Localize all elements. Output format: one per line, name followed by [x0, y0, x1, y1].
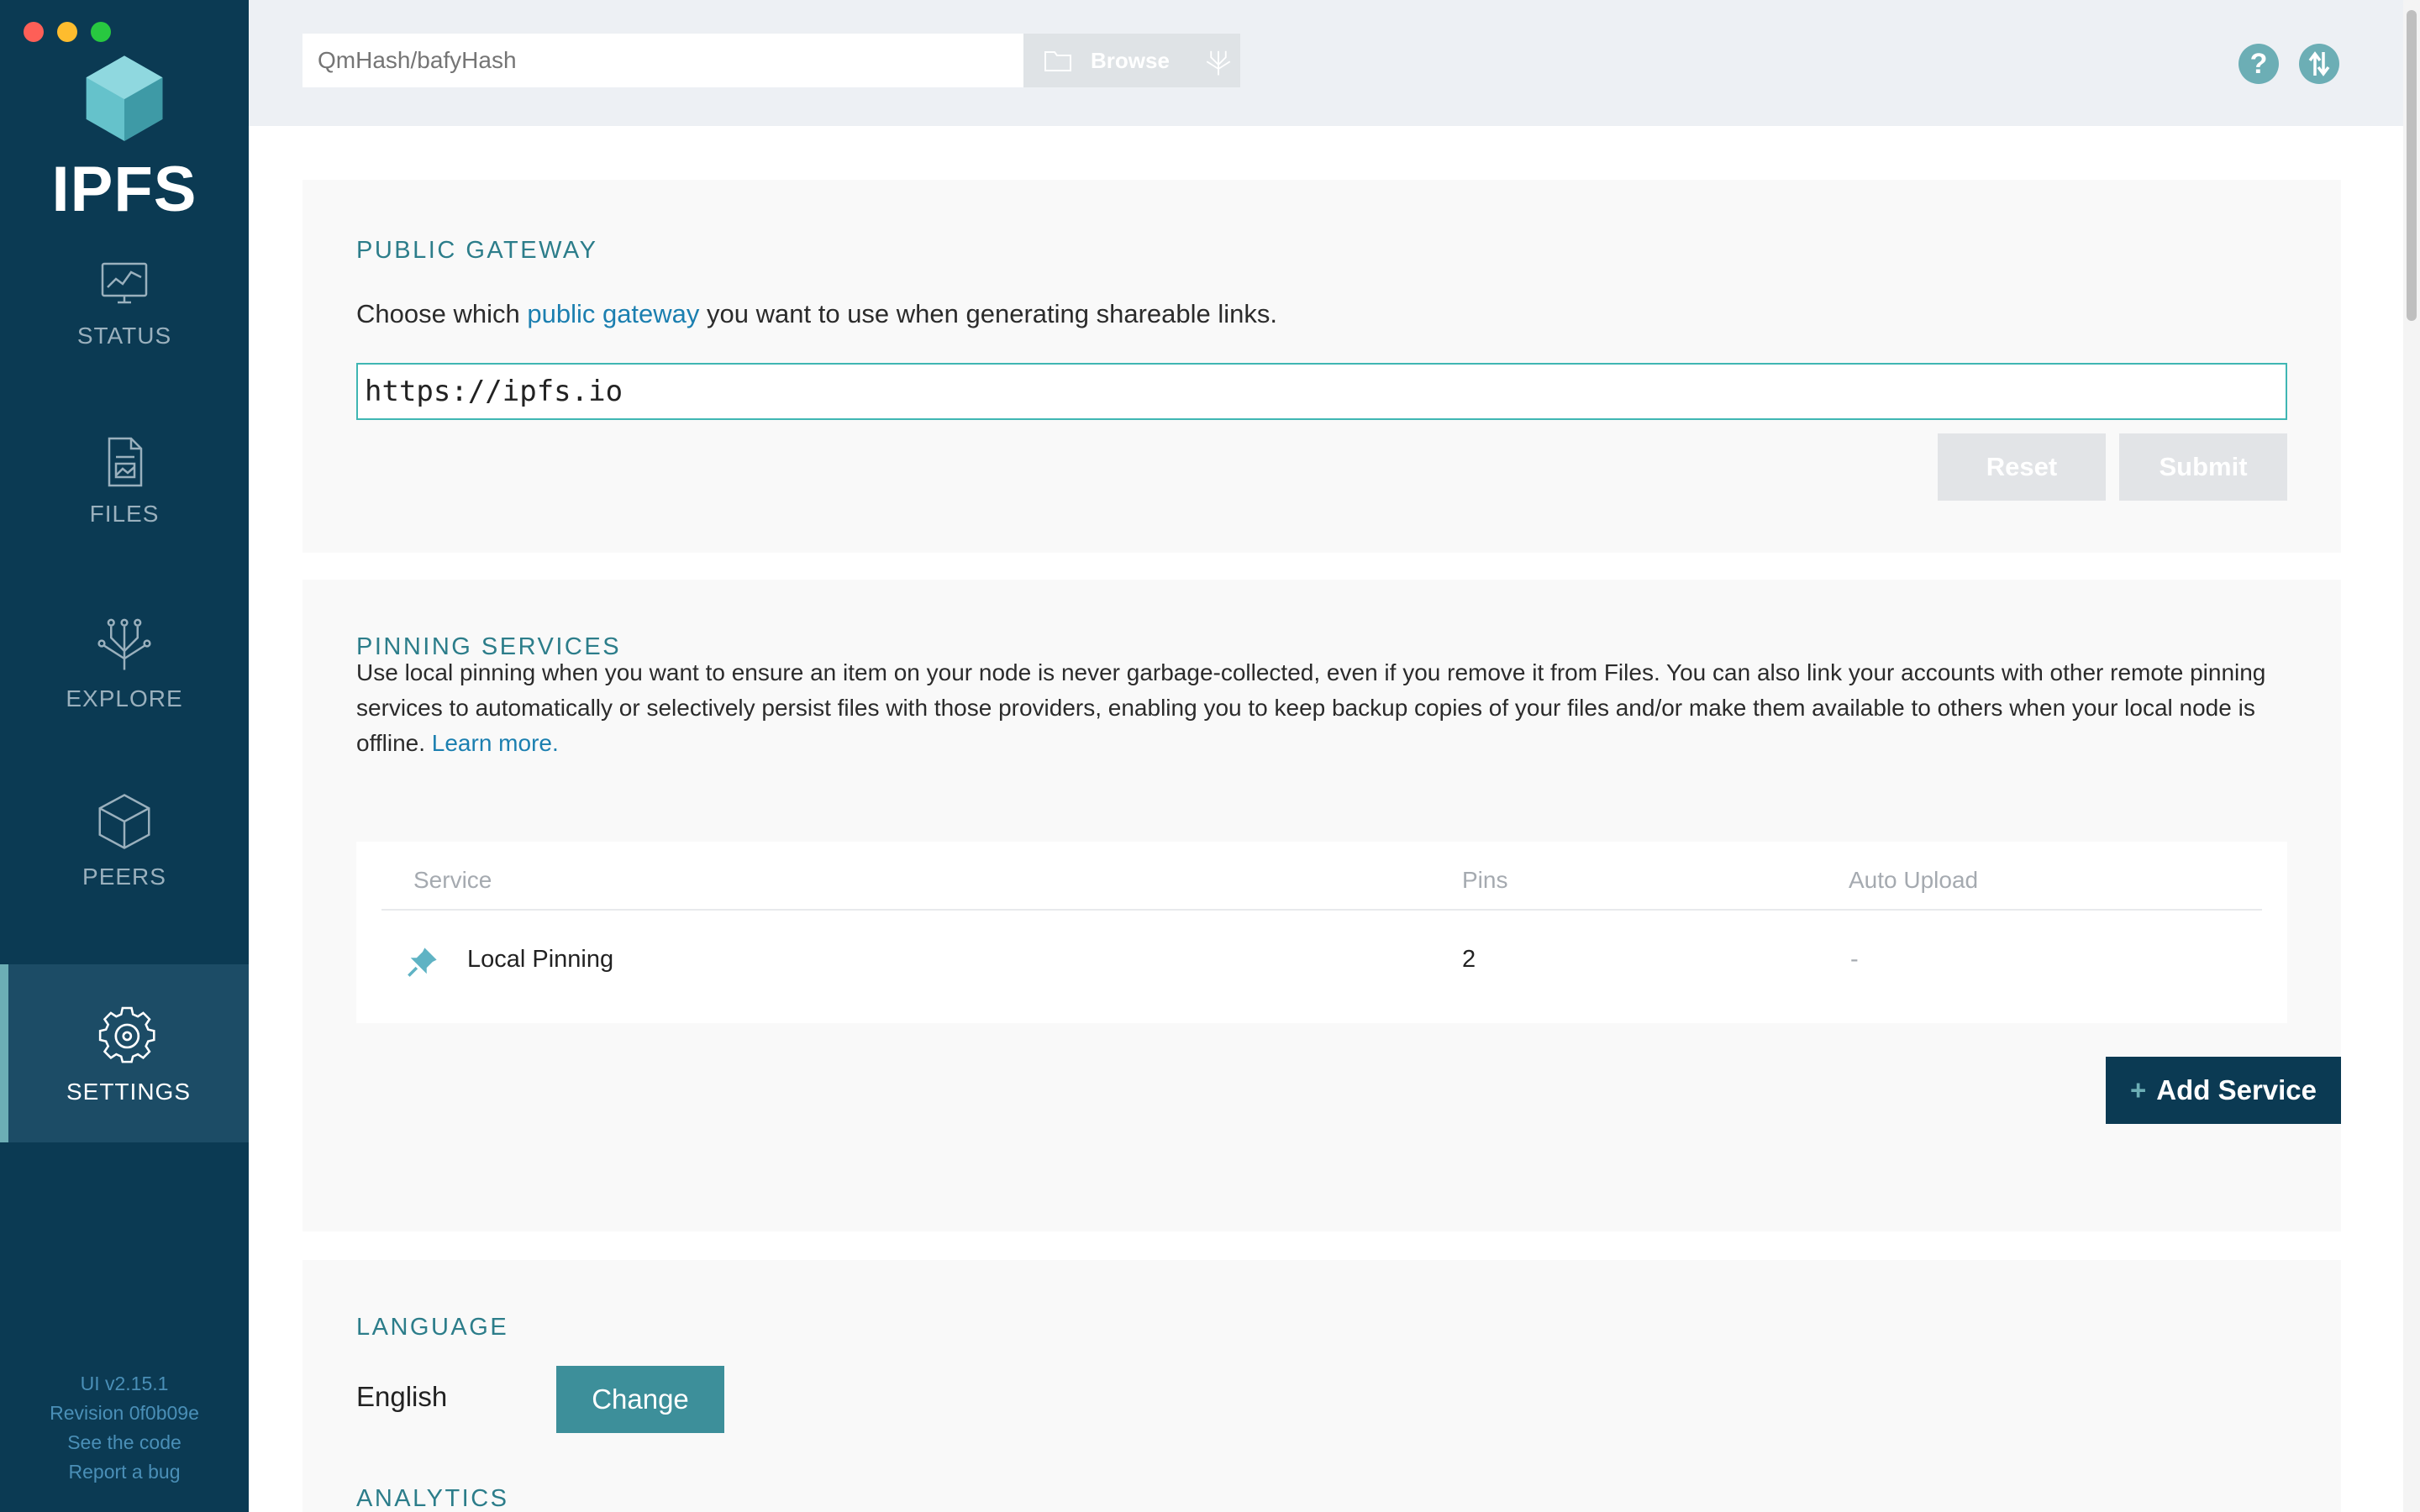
nav-item-settings[interactable]: SETTINGS — [0, 964, 249, 1142]
explore-tree-icon — [1206, 50, 1231, 76]
reset-button[interactable]: Reset — [1938, 433, 2106, 501]
folder-icon — [1044, 51, 1071, 71]
language-section: LANGUAGE English Change ANALYTICS — [302, 1260, 2341, 1512]
nav-label-peers: PEERS — [82, 864, 166, 890]
nav-label-settings: SETTINGS — [66, 1079, 191, 1105]
logo-text: IPFS — [51, 154, 197, 225]
report-bug-link[interactable]: Report a bug — [0, 1457, 249, 1487]
close-window-button[interactable] — [24, 22, 44, 42]
see-code-link[interactable]: See the code — [0, 1428, 249, 1457]
ipfs-logo[interactable]: IPFS — [0, 52, 249, 226]
sidebar: IPFS STATUS FILES EXPLORE PEERS SETTINGS… — [0, 0, 249, 1512]
files-document-icon — [108, 437, 143, 487]
pin-icon — [408, 948, 437, 977]
language-title: LANGUAGE — [356, 1314, 509, 1341]
pins-count: 2 — [1462, 946, 1476, 973]
ui-version-link[interactable]: UI v2.15.1 — [0, 1369, 249, 1399]
nav-item-files[interactable]: FILES — [0, 435, 249, 613]
desc-text: Choose which — [356, 299, 528, 328]
submit-button[interactable]: Submit — [2119, 433, 2287, 501]
service-name: Local Pinning — [467, 946, 614, 973]
table-divider — [381, 909, 2262, 911]
explore-tree-icon — [97, 618, 151, 670]
pinning-description: Use local pinning when you want to ensur… — [356, 655, 2287, 761]
change-language-button[interactable]: Change — [556, 1366, 724, 1433]
plus-icon: + — [2129, 1074, 2147, 1105]
column-header-service[interactable]: Service — [413, 867, 492, 894]
current-language: English — [356, 1381, 448, 1412]
status-monitor-icon — [101, 262, 148, 304]
nav-item-explore[interactable]: EXPLORE — [0, 613, 249, 791]
main-content: PUBLIC GATEWAY Choose which public gatew… — [249, 126, 2403, 1512]
learn-more-link[interactable]: Learn more. — [432, 730, 559, 756]
analytics-title: ANALYTICS — [356, 1485, 509, 1512]
nav-label-status: STATUS — [76, 323, 172, 349]
gear-icon — [98, 1006, 155, 1063]
search-input[interactable] — [302, 34, 1023, 87]
transfer-icon[interactable] — [2299, 44, 2339, 84]
auto-upload-value: - — [1850, 946, 1859, 973]
nav-item-status[interactable]: STATUS — [0, 257, 249, 435]
sidebar-footer: UI v2.15.1 Revision 0f0b09e See the code… — [0, 1369, 249, 1487]
add-service-label: Add Service — [2156, 1074, 2317, 1105]
minimize-window-button[interactable] — [57, 22, 77, 42]
help-icon[interactable]: ? — [2238, 44, 2279, 84]
scrollbar[interactable] — [2403, 0, 2420, 1512]
browse-button[interactable]: Browse — [1023, 34, 1240, 87]
ipfs-cube-icon — [86, 55, 163, 141]
zoom-window-button[interactable] — [91, 22, 111, 42]
pinning-services-table: Service Pins Auto Upload Local Pinning 2… — [356, 842, 2287, 1023]
public-gateway-title: PUBLIC GATEWAY — [356, 237, 598, 264]
add-service-button[interactable]: + Add Service — [2106, 1057, 2341, 1124]
peers-cube-icon — [98, 794, 150, 849]
column-header-pins[interactable]: Pins — [1462, 867, 1507, 894]
public-gateway-link[interactable]: public gateway — [527, 299, 699, 328]
scrollbar-thumb[interactable] — [2407, 10, 2417, 321]
browse-label: Browse — [1091, 47, 1170, 73]
top-bar: Browse ? — [249, 0, 2403, 126]
nav-label-files: FILES — [89, 501, 160, 527]
desc-text: you want to use when generating shareabl… — [699, 299, 1278, 328]
pinning-services-section: PINNING SERVICES Use local pinning when … — [302, 580, 2341, 1231]
window-controls — [24, 22, 111, 42]
nav-item-peers[interactable]: PEERS — [0, 791, 249, 969]
public-gateway-section: PUBLIC GATEWAY Choose which public gatew… — [302, 180, 2341, 553]
column-header-auto-upload[interactable]: Auto Upload — [1849, 867, 1978, 894]
public-gateway-input[interactable] — [356, 363, 2287, 420]
pinning-description-text: Use local pinning when you want to ensur… — [356, 659, 2266, 756]
revision-link[interactable]: Revision 0f0b09e — [0, 1399, 249, 1428]
nav-label-explore: EXPLORE — [66, 685, 183, 711]
public-gateway-description: Choose which public gateway you want to … — [356, 299, 1277, 329]
